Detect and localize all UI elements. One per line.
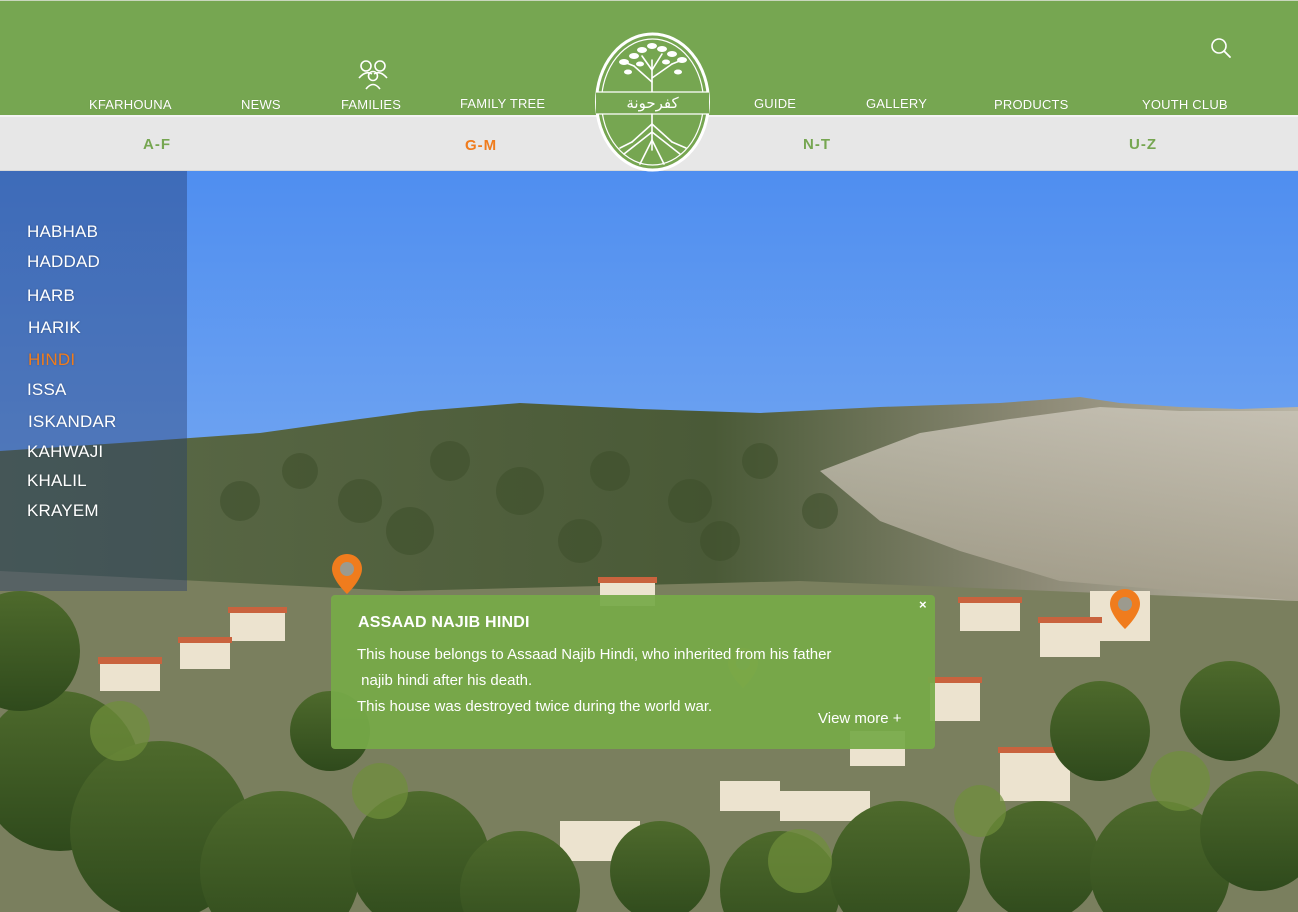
house-info-popup: × ASSAAD NAJIB HINDI This house belongs … bbox=[331, 595, 935, 749]
popup-title: ASSAAD NAJIB HINDI bbox=[358, 614, 530, 631]
map-pin-icon[interactable] bbox=[330, 552, 364, 596]
family-item-harb[interactable]: HARB bbox=[27, 286, 75, 306]
hero-landscape-image bbox=[0, 171, 1298, 912]
map-pin-icon[interactable] bbox=[1108, 587, 1142, 631]
family-item-krayem[interactable]: KRAYEM bbox=[27, 501, 99, 521]
family-item-kahwaji[interactable]: KAHWAJI bbox=[27, 442, 103, 462]
nav-families[interactable]: FAMILIES bbox=[341, 97, 401, 112]
nav-guide[interactable]: GUIDE bbox=[754, 96, 796, 111]
family-icon bbox=[358, 60, 388, 90]
letter-tab-u-z[interactable]: U-Z bbox=[1129, 136, 1157, 153]
family-item-iskandar[interactable]: ISKANDAR bbox=[28, 412, 117, 432]
nav-family-tree[interactable]: FAMILY TREE bbox=[460, 96, 545, 111]
nav-news[interactable]: NEWS bbox=[241, 97, 281, 112]
family-item-harik[interactable]: HARIK bbox=[28, 318, 81, 338]
nav-kfarhouna[interactable]: KFARHOUNA bbox=[89, 97, 172, 112]
view-more-link[interactable]: View more + bbox=[818, 710, 902, 727]
popup-description-line: This house was destroyed twice during th… bbox=[357, 698, 713, 715]
family-item-hindi[interactable]: HINDI bbox=[28, 350, 75, 370]
search-icon[interactable] bbox=[1210, 37, 1232, 59]
family-item-haddad[interactable]: HADDAD bbox=[27, 252, 100, 272]
letter-tab-g-m[interactable]: G-M bbox=[465, 137, 497, 154]
family-item-habhab[interactable]: HABHAB bbox=[27, 222, 98, 242]
kfarhouna-logo[interactable]: كفرحونة bbox=[594, 32, 711, 172]
family-list-panel: HABHAB HADDAD HARB HARIK HINDI ISSA ISKA… bbox=[0, 171, 187, 591]
letter-tab-n-t[interactable]: N-T bbox=[803, 136, 831, 153]
nav-gallery[interactable]: GALLERY bbox=[866, 96, 927, 111]
nav-youth-club[interactable]: YOUTH CLUB bbox=[1142, 97, 1228, 112]
popup-description-line: This house belongs to Assaad Najib Hindi… bbox=[357, 646, 832, 663]
family-item-issa[interactable]: ISSA bbox=[27, 380, 67, 400]
logo-arabic-text: كفرحونة bbox=[626, 94, 679, 112]
popup-description-line: najib hindi after his death. bbox=[357, 672, 533, 689]
landscape-scene bbox=[0, 171, 1298, 912]
nav-products[interactable]: PRODUCTS bbox=[994, 97, 1069, 112]
close-icon[interactable]: × bbox=[919, 597, 927, 612]
family-item-khalil[interactable]: KHALIL bbox=[27, 471, 87, 491]
letter-tab-a-f[interactable]: A-F bbox=[143, 136, 171, 153]
